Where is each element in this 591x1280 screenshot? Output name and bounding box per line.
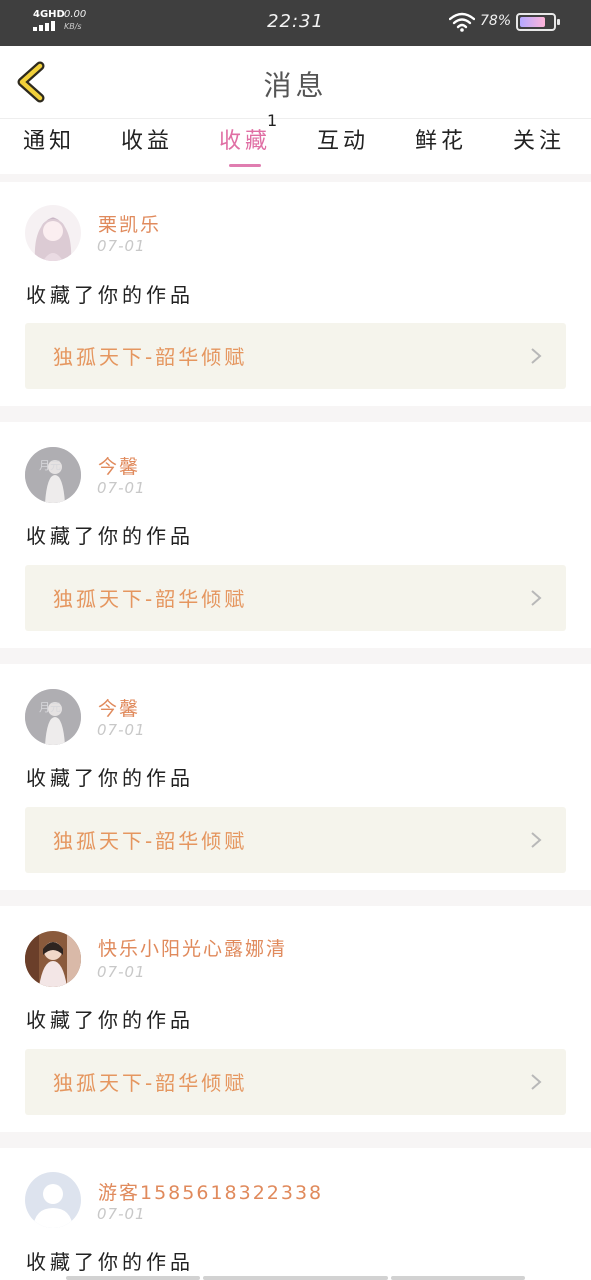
work-title: 独孤天下-韶华倾赋 [53,829,248,853]
chevron-right-icon [531,348,542,364]
home-indicator [203,1276,388,1280]
wifi-icon [449,12,475,32]
tab-earnings[interactable]: 收益 [98,119,196,175]
action-text: 收藏了你的作品 [26,524,194,548]
work-title: 独孤天下-韶华倾赋 [53,345,248,369]
work-link[interactable]: 独孤天下-韶华倾赋 [25,565,566,631]
date-text: 07-01 [97,1205,146,1223]
divider [0,648,591,664]
svg-text:月元: 月元 [39,701,61,714]
tab-following[interactable]: 关注 [490,119,588,175]
tab-notifications[interactable]: 通知 [0,119,98,175]
avatar[interactable]: 月元 [25,447,81,503]
list-item: 快乐小阳光心露娜清 07-01 收藏了你的作品 独孤天下-韶华倾赋 [0,906,591,1132]
date-text: 07-01 [97,963,146,981]
user-name[interactable]: 栗凯乐 [98,210,161,237]
list-item: 月元 今馨 07-01 收藏了你的作品 独孤天下-韶华倾赋 [0,422,591,648]
divider [0,890,591,906]
chevron-right-icon [531,832,542,848]
home-indicator [66,1276,200,1280]
tab-favorites-label: 收藏 [218,129,271,154]
date-text: 07-01 [97,721,146,739]
tab-interactions[interactable]: 互动 [294,119,392,175]
tab-flowers[interactable]: 鲜花 [392,119,490,175]
avatar[interactable]: 月元 [25,689,81,745]
action-text: 收藏了你的作品 [26,766,194,790]
work-link[interactable]: 独孤天下-韶华倾赋 [25,807,566,873]
list-item: 月元 今馨 07-01 收藏了你的作品 独孤天下-韶华倾赋 [0,664,591,890]
avatar[interactable] [25,205,81,261]
divider [0,174,591,182]
action-text: 收藏了你的作品 [26,1008,194,1032]
divider [0,1132,591,1148]
home-indicator [391,1276,525,1280]
list-item: 栗凯乐 07-01 收藏了你的作品 独孤天下-韶华倾赋 [0,182,591,406]
avatar[interactable] [25,931,81,987]
chevron-right-icon [531,590,542,606]
page-title: 消息 [263,69,328,102]
status-bar: 4GHD 0.00 KB/s 22:31 78% [0,0,591,46]
user-name[interactable]: 游客1585618322338 [98,1178,323,1205]
svg-text:月元: 月元 [39,459,61,472]
work-title: 独孤天下-韶华倾赋 [53,1071,248,1095]
work-link[interactable]: 独孤天下-韶华倾赋 [25,323,566,389]
user-name[interactable]: 今馨 [98,694,140,721]
work-link[interactable]: 独孤天下-韶华倾赋 [25,1049,566,1115]
default-avatar-icon[interactable] [25,1172,81,1228]
work-title: 独孤天下-韶华倾赋 [53,587,248,611]
nav-bar: 消息 [0,46,591,118]
date-text: 07-01 [97,479,146,497]
divider [0,406,591,422]
user-name[interactable]: 今馨 [98,452,140,479]
tab-bar: 通知 收益 收藏 互动 鲜花 关注 1 [0,111,591,175]
action-text: 收藏了你的作品 [26,1250,194,1274]
battery-percent: 78% [480,13,512,29]
favorites-unread-badge: 1 [267,111,278,130]
date-text: 07-01 [97,237,146,255]
battery-icon [516,13,560,31]
action-text: 收藏了你的作品 [26,283,194,307]
active-tab-indicator [229,164,261,167]
chevron-right-icon [531,1074,542,1090]
tab-favorites[interactable]: 收藏 [196,119,294,175]
user-name[interactable]: 快乐小阳光心露娜清 [98,934,287,961]
list-item: 游客1585618322338 07-01 收藏了你的作品 [0,1148,591,1280]
